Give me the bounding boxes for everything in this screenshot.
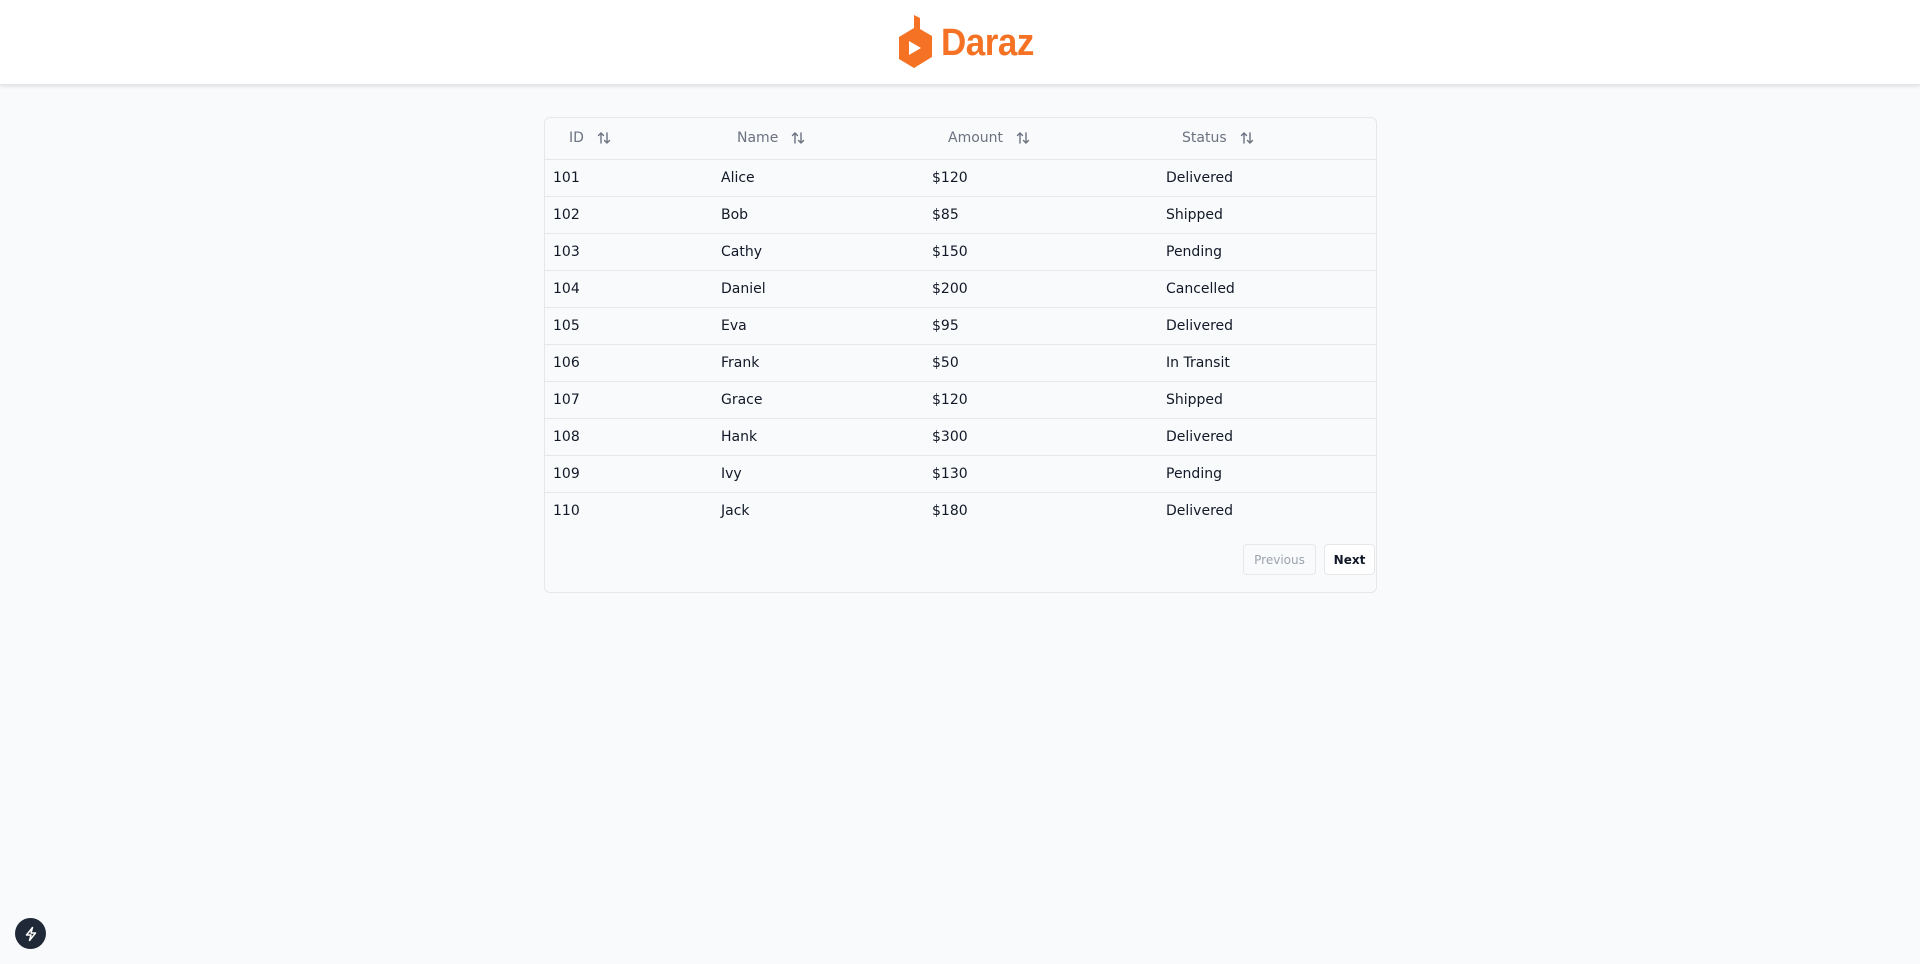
cell-amount: $95 bbox=[924, 307, 1158, 345]
sort-arrows-icon[interactable] bbox=[1239, 130, 1255, 146]
column-label-amount: Amount bbox=[948, 130, 1004, 147]
table-row: 101 Alice $120 Delivered bbox=[545, 159, 1376, 197]
table-row: 102 Bob $85 Shipped bbox=[545, 196, 1376, 234]
lightning-bolt-icon bbox=[25, 926, 36, 941]
cell-amount: $150 bbox=[924, 233, 1158, 271]
cell-name: Ivy bbox=[713, 455, 924, 493]
cell-name: Grace bbox=[713, 381, 924, 419]
column-label-id: ID bbox=[569, 130, 584, 147]
cell-status: Shipped bbox=[1158, 196, 1376, 234]
cell-id: 108 bbox=[545, 418, 713, 456]
table-row: 103 Cathy $150 Pending bbox=[545, 233, 1376, 271]
table-row: 105 Eva $95 Delivered bbox=[545, 307, 1376, 345]
column-header-status[interactable]: Status bbox=[1158, 118, 1376, 160]
cell-status: Delivered bbox=[1158, 418, 1376, 456]
cell-status: Pending bbox=[1158, 455, 1376, 493]
quick-action-button[interactable] bbox=[15, 918, 46, 949]
cell-id: 106 bbox=[545, 344, 713, 382]
pagination: Previous Next bbox=[1243, 544, 1375, 575]
sort-arrows-icon[interactable] bbox=[596, 130, 612, 146]
cell-name: Alice bbox=[713, 159, 924, 197]
cell-amount: $50 bbox=[924, 344, 1158, 382]
brand-name: Daraz bbox=[941, 22, 1034, 64]
cell-name: Cathy bbox=[713, 233, 924, 271]
cell-amount: $120 bbox=[924, 381, 1158, 419]
table-body: 101 Alice $120 Delivered 102 Bob $85 Shi… bbox=[545, 159, 1376, 529]
cell-id: 109 bbox=[545, 455, 713, 493]
table-row: 109 Ivy $130 Pending bbox=[545, 455, 1376, 493]
cell-status: Pending bbox=[1158, 233, 1376, 271]
cell-id: 104 bbox=[545, 270, 713, 308]
daraz-logo-icon bbox=[899, 15, 932, 68]
cell-id: 105 bbox=[545, 307, 713, 345]
cell-amount: $180 bbox=[932, 502, 968, 519]
table-row: 110 Jack $180 Delivered bbox=[545, 492, 1376, 529]
cell-name: Daniel bbox=[713, 270, 924, 308]
orders-table: ID Name Amount Status 101 Alice $120 Del… bbox=[545, 118, 1376, 529]
top-bar: Daraz bbox=[0, 0, 1920, 85]
cell-name: Hank bbox=[713, 418, 924, 456]
previous-button[interactable]: Previous bbox=[1243, 544, 1316, 575]
next-button[interactable]: Next bbox=[1324, 544, 1375, 575]
table-row: 106 Frank $50 In Transit bbox=[545, 344, 1376, 382]
cell-id: 103 bbox=[545, 233, 713, 271]
cell-id: 102 bbox=[545, 196, 713, 234]
cell-id: 107 bbox=[545, 381, 713, 419]
cell-id: 101 bbox=[545, 159, 713, 197]
cell-name: Eva bbox=[713, 307, 924, 345]
cell-name: Bob bbox=[713, 196, 924, 234]
column-header-name[interactable]: Name bbox=[713, 118, 924, 160]
cell-amount: $120 bbox=[924, 159, 1158, 197]
column-label-status: Status bbox=[1182, 130, 1227, 147]
cell-amount: $85 bbox=[924, 196, 1158, 234]
cell-amount: $200 bbox=[924, 270, 1158, 308]
column-header-amount[interactable]: Amount bbox=[924, 118, 1158, 160]
cell-status: Delivered bbox=[1166, 502, 1234, 519]
header-row: ID Name Amount Status bbox=[545, 118, 1376, 160]
cell-name: Jack bbox=[721, 502, 750, 519]
table-row: 108 Hank $300 Delivered bbox=[545, 418, 1376, 456]
cell-status: Delivered bbox=[1158, 307, 1376, 345]
sort-arrows-icon[interactable] bbox=[790, 130, 806, 146]
cell-status: In Transit bbox=[1158, 344, 1376, 382]
sort-arrows-icon[interactable] bbox=[1015, 130, 1031, 146]
daraz-logo[interactable]: Daraz bbox=[899, 15, 1042, 71]
table-row: 107 Grace $120 Shipped bbox=[545, 381, 1376, 419]
cell-id: 110 bbox=[553, 502, 580, 519]
table-header: ID Name Amount Status bbox=[545, 118, 1376, 160]
cell-amount: $300 bbox=[924, 418, 1158, 456]
column-header-id[interactable]: ID bbox=[545, 118, 713, 160]
cell-status: Shipped bbox=[1158, 381, 1376, 419]
orders-table-card: ID Name Amount Status 101 Alice $120 Del… bbox=[544, 117, 1377, 593]
column-label-name: Name bbox=[737, 130, 779, 147]
table-row: 104 Daniel $200 Cancelled bbox=[545, 270, 1376, 308]
cell-status: Delivered bbox=[1158, 159, 1376, 197]
cell-name: Frank bbox=[713, 344, 924, 382]
cell-amount: $130 bbox=[924, 455, 1158, 493]
cell-status: Cancelled bbox=[1158, 270, 1376, 308]
